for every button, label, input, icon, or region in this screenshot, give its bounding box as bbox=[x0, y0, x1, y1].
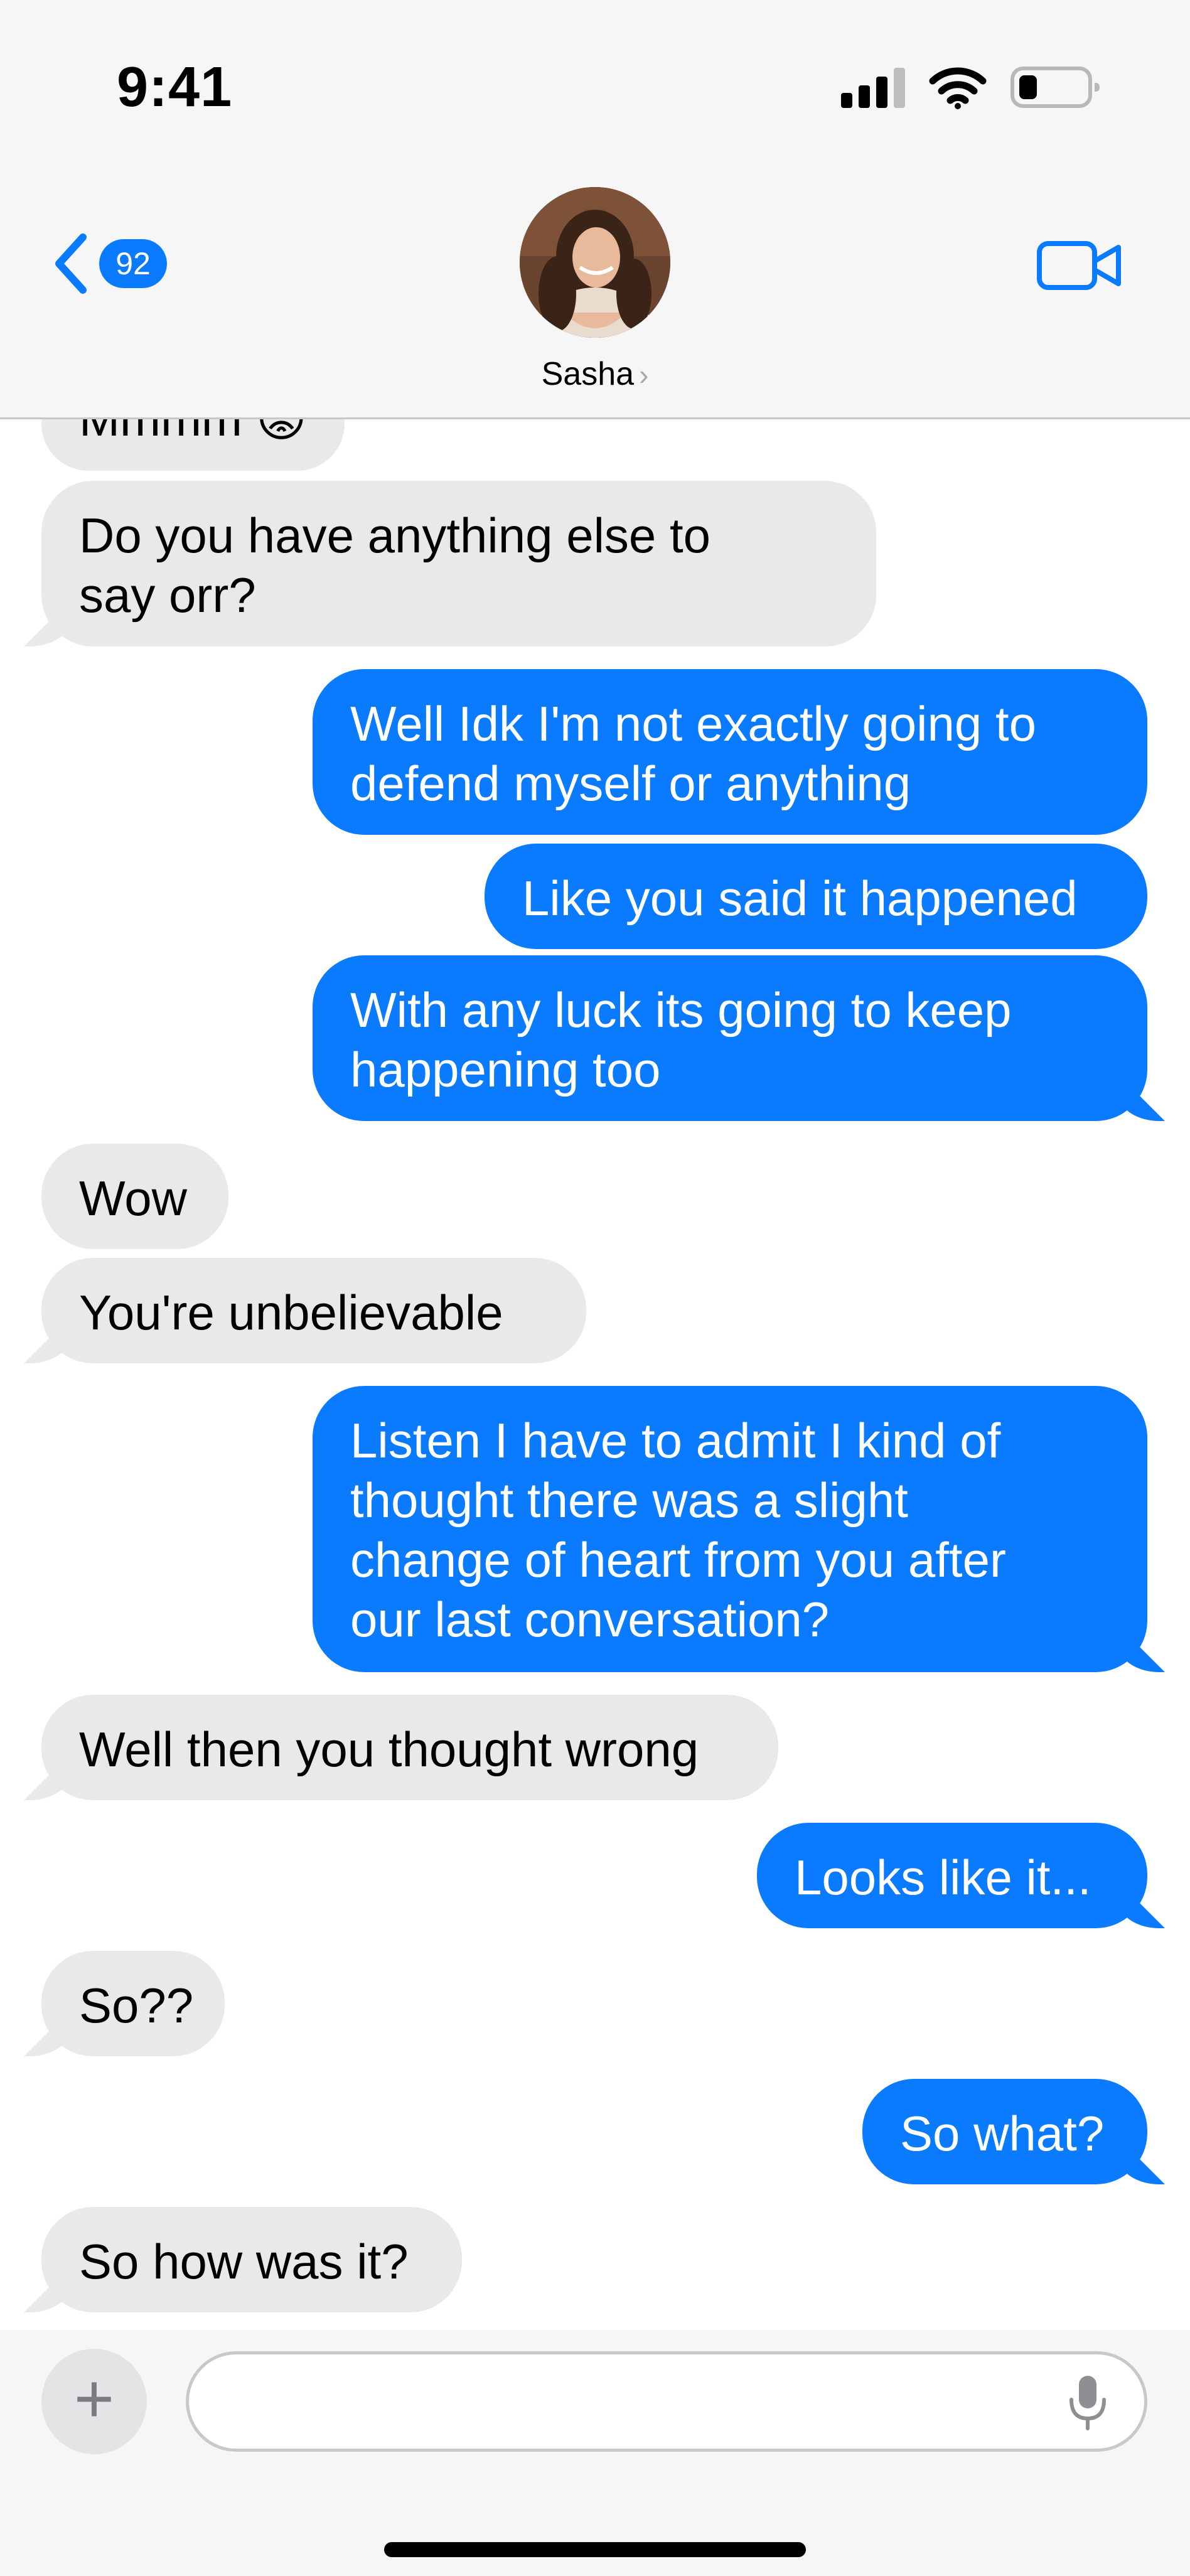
contact-name-text: Sasha bbox=[541, 356, 635, 392]
message-bubble-received[interactable]: So how was it? bbox=[41, 2207, 462, 2312]
message-bubble-sent[interactable]: Listen I have to admit I kind of thought… bbox=[313, 1386, 1147, 1672]
contact-name[interactable]: Sasha › bbox=[0, 355, 1190, 393]
message-line: So how was it? bbox=[79, 2234, 409, 2289]
chevron-right-icon: › bbox=[639, 358, 649, 391]
plus-icon: + bbox=[73, 2360, 115, 2437]
message-line: happening too bbox=[350, 1042, 661, 1097]
message-bubble-received[interactable]: So?? bbox=[41, 1951, 225, 2056]
message-bubble-sent[interactable]: With any luck its going to keep happenin… bbox=[313, 955, 1147, 1121]
message-line: You're unbelievable bbox=[79, 1285, 503, 1340]
message-line: Looks like it... bbox=[795, 1850, 1091, 1905]
message-line: Like you said it happened bbox=[522, 871, 1078, 926]
conversation-header: 9:41 92 Sasha › bbox=[0, 0, 1190, 419]
message-line: So what? bbox=[900, 2106, 1105, 2161]
back-button[interactable]: 92 bbox=[49, 230, 167, 298]
message-line: defend myself or anything bbox=[350, 756, 911, 811]
battery-level bbox=[1019, 75, 1037, 99]
message-bubble-sent[interactable]: So what? bbox=[862, 2079, 1147, 2184]
video-camera-icon[interactable] bbox=[1036, 237, 1123, 294]
message-bubble-received[interactable]: Well then you thought wrong bbox=[41, 1695, 778, 1800]
message-bubble-received[interactable]: You're unbelievable bbox=[41, 1258, 586, 1363]
message-line: Well then you thought wrong bbox=[79, 1722, 699, 1777]
status-icons bbox=[841, 65, 1100, 109]
back-chevron-icon bbox=[55, 233, 87, 294]
message-bubble-sent[interactable]: Looks like it... bbox=[757, 1823, 1147, 1928]
message-line: change of heart from you after bbox=[350, 1532, 1006, 1587]
message-line: With any luck its going to keep bbox=[350, 982, 1012, 1038]
status-time: 9:41 bbox=[117, 56, 233, 119]
message-bubble-sent[interactable]: Like you said it happened bbox=[485, 844, 1147, 949]
message-bubble-received[interactable]: Do you have anything else to say orr? bbox=[41, 481, 876, 647]
compose-bar: + bbox=[0, 2330, 1190, 2576]
message-line: Wow bbox=[79, 1171, 187, 1226]
message-bubble-sent[interactable]: Well Idk I'm not exactly going to defend… bbox=[313, 669, 1147, 835]
add-attachment-button[interactable]: + bbox=[41, 2349, 147, 2454]
signal-icon bbox=[841, 67, 905, 108]
unread-count-badge: 92 bbox=[99, 239, 167, 288]
microphone-icon[interactable] bbox=[1068, 2373, 1108, 2431]
contact-avatar[interactable] bbox=[520, 187, 670, 338]
contact-photo bbox=[520, 187, 670, 338]
message-line: So?? bbox=[79, 1978, 194, 2033]
message-line: thought there was a slight bbox=[350, 1473, 908, 1528]
messages-screen: Mmmm 😡 Do you have anything else to say … bbox=[0, 0, 1190, 2576]
message-line: say orr? bbox=[79, 567, 256, 623]
message-line: Well Idk I'm not exactly going to bbox=[350, 696, 1036, 751]
message-line: Listen I have to admit I kind of bbox=[350, 1413, 1001, 1468]
battery-icon bbox=[1010, 67, 1100, 108]
message-bubble-received[interactable]: Wow bbox=[41, 1144, 228, 1249]
message-line: Do you have anything else to bbox=[79, 508, 711, 563]
home-indicator[interactable] bbox=[384, 2542, 806, 2557]
wifi-icon bbox=[929, 67, 987, 109]
message-line: our last conversation? bbox=[350, 1592, 830, 1647]
message-input[interactable] bbox=[186, 2351, 1147, 2452]
